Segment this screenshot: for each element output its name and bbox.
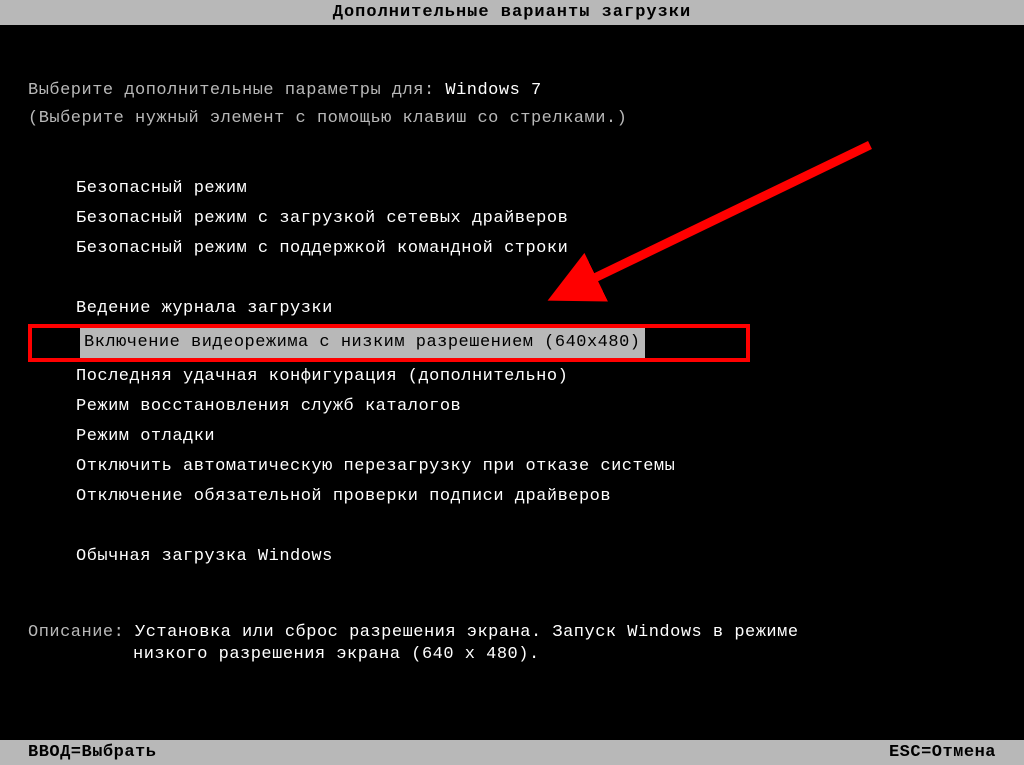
menu-item-safe-mode-networking[interactable]: Безопасный режим с загрузкой сетевых дра… <box>76 204 996 234</box>
menu-gap <box>76 264 996 294</box>
description-label: Описание: <box>28 623 135 642</box>
instruction-line: Выберите дополнительные параметры для: W… <box>28 80 996 102</box>
menu-item-last-known-good-config[interactable]: Последняя удачная конфигурация (дополнит… <box>76 362 996 392</box>
menu-item-low-resolution-video[interactable]: Включение видеорежима с низким разрешени… <box>80 328 645 358</box>
page-title: Дополнительные варианты загрузки <box>333 3 691 22</box>
instruction-hint: (Выберите нужный элемент с помощью клави… <box>28 108 996 130</box>
menu-item-safe-mode[interactable]: Безопасный режим <box>76 174 996 204</box>
menu-item-safe-mode-command-prompt[interactable]: Безопасный режим с поддержкой командной … <box>76 234 996 264</box>
annotation-highlight-box: Включение видеорежима с низким разрешени… <box>28 324 750 362</box>
description-block: Описание: Установка или сброс разрешения… <box>28 622 996 666</box>
footer-bar: ВВОД=Выбрать ESC=Отмена <box>0 740 1024 765</box>
menu-item-debugging-mode[interactable]: Режим отладки <box>76 422 996 452</box>
footer-esc-hint: ESC=Отмена <box>889 743 996 762</box>
description-text-line1: Установка или сброс разрешения экрана. З… <box>135 623 799 642</box>
menu-item-start-windows-normally[interactable]: Обычная загрузка Windows <box>76 542 996 572</box>
menu-gap <box>76 512 996 542</box>
title-bar: Дополнительные варианты загрузки <box>0 0 1024 25</box>
os-name: Windows 7 <box>445 81 541 100</box>
footer-enter-hint: ВВОД=Выбрать <box>28 743 156 762</box>
menu-item-directory-services-restore[interactable]: Режим восстановления служб каталогов <box>76 392 996 422</box>
body-area: Выберите дополнительные параметры для: W… <box>0 25 1024 666</box>
boot-options-menu: Безопасный режим Безопасный режим с загр… <box>76 174 996 572</box>
instruction-prefix: Выберите дополнительные параметры для: <box>28 81 445 100</box>
description-text-line2: низкого разрешения экрана (640 x 480). <box>133 645 540 664</box>
menu-item-boot-logging[interactable]: Ведение журнала загрузки <box>76 294 996 324</box>
menu-item-disable-driver-signature[interactable]: Отключение обязательной проверки подписи… <box>76 482 996 512</box>
menu-item-disable-auto-restart[interactable]: Отключить автоматическую перезагрузку пр… <box>76 452 996 482</box>
